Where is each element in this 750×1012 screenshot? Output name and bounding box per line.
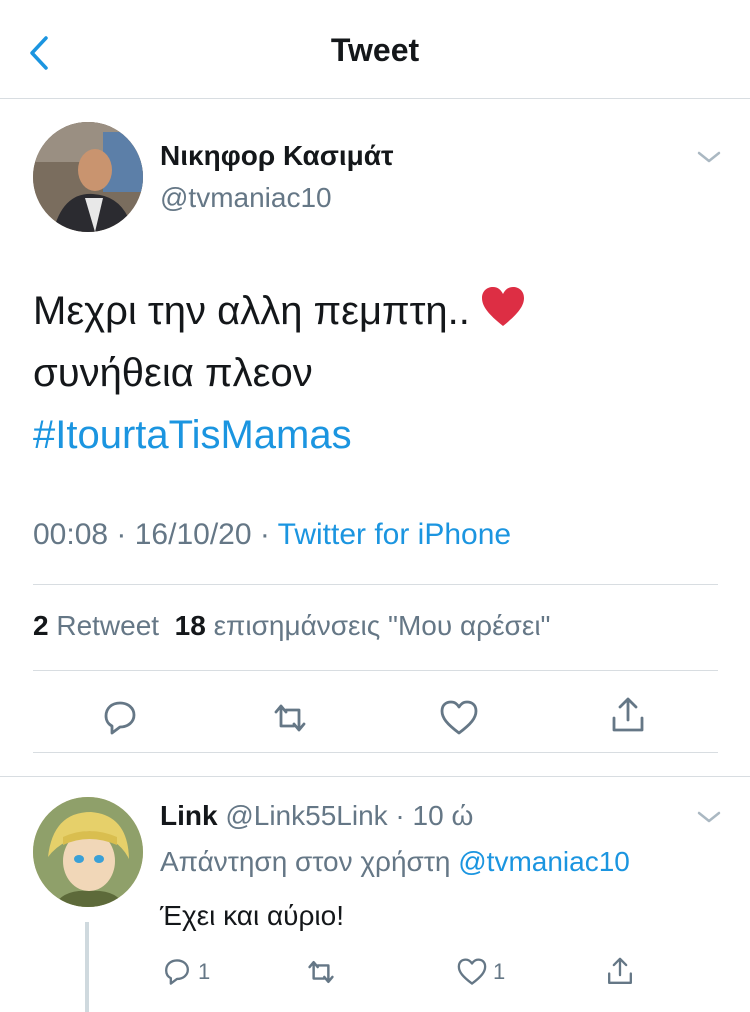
author-handle[interactable]: @tvmaniac10 [160,182,332,214]
reply-reply-count: 1 [198,959,211,984]
share-icon [612,697,644,732]
top-bar: Tweet [0,0,750,99]
share-button[interactable] [606,694,650,738]
chevron-down-icon[interactable] [695,808,723,826]
page-title: Tweet [330,32,420,68]
like-icon [440,700,478,735]
like-count: 18 [174,610,206,641]
tweet-text-line: συνήθεια πλεον [33,351,313,395]
avatar-illustration [33,797,143,907]
reply-button[interactable] [98,696,142,740]
tweet-meta: 00:08 · 16/10/20 · Twitter for iPhone [33,518,512,551]
heart-emoji-icon [481,287,524,326]
author-name[interactable]: Νικηφορ Κασιμάτ [160,140,394,172]
reply-reply-button[interactable]: 1 [160,955,210,989]
reply-like-button[interactable]: 1 [455,955,505,989]
reply-author-handle[interactable]: @Link55Link [225,800,387,831]
tweet-date: 16/10/20 [134,518,252,551]
reply-author-avatar[interactable] [33,797,143,907]
reply-share-button[interactable] [603,955,637,989]
hashtag-link[interactable]: #ItourtaTisMamas [33,404,713,466]
divider [33,752,718,753]
share-icon [608,957,632,984]
reply-retweet-button[interactable] [303,955,339,989]
author-avatar[interactable] [33,122,143,232]
retweet-stat[interactable]: 2 Retweet [33,610,159,641]
reply-prefix: Απάντηση στον χρήστη [160,846,451,877]
reply-icon [104,701,136,735]
divider [33,670,718,671]
like-label: επισημάνσεις "Μου αρέσει" [213,610,551,641]
reply-text: Έχει και αύριο! [160,900,344,931]
reply-header: Link @Link55Link · 10 ώ [160,800,474,831]
tweet-time: 00:08 [33,518,109,551]
reply-icon [165,959,189,985]
chevron-down-icon[interactable] [695,148,723,166]
reply-like-count: 1 [493,959,506,984]
thread-line [85,922,89,1012]
reply-age: 10 ώ [412,800,474,831]
like-stat[interactable]: 18 επισημάνσεις "Μου αρέσει" [175,610,551,641]
retweet-label: Retweet [56,610,160,641]
replying-to: Απάντηση στον χρήστη @tvmaniac10 [160,846,630,878]
divider [33,584,718,585]
retweet-icon [274,704,306,732]
retweet-count: 2 [33,610,49,641]
tweet-source-link[interactable]: Twitter for iPhone [278,518,511,551]
tweet-text: Μεχρι την αλλη πεμπτη.. συνήθεια πλεον #… [33,280,713,466]
tweet-stats: 2 Retweet 18 επισημάνσεις "Μου αρέσει" [33,610,550,642]
reply-to-handle-link[interactable]: @tvmaniac10 [458,846,630,877]
like-button[interactable] [437,696,481,740]
retweet-icon [308,960,334,984]
reply-author-name[interactable]: Link [160,800,218,831]
tweet-text-line: Μεχρι την αλλη πεμπτη.. [33,289,470,333]
avatar-photo [33,122,143,232]
section-separator [0,776,750,777]
like-icon [457,958,487,985]
retweet-button[interactable] [268,696,312,740]
